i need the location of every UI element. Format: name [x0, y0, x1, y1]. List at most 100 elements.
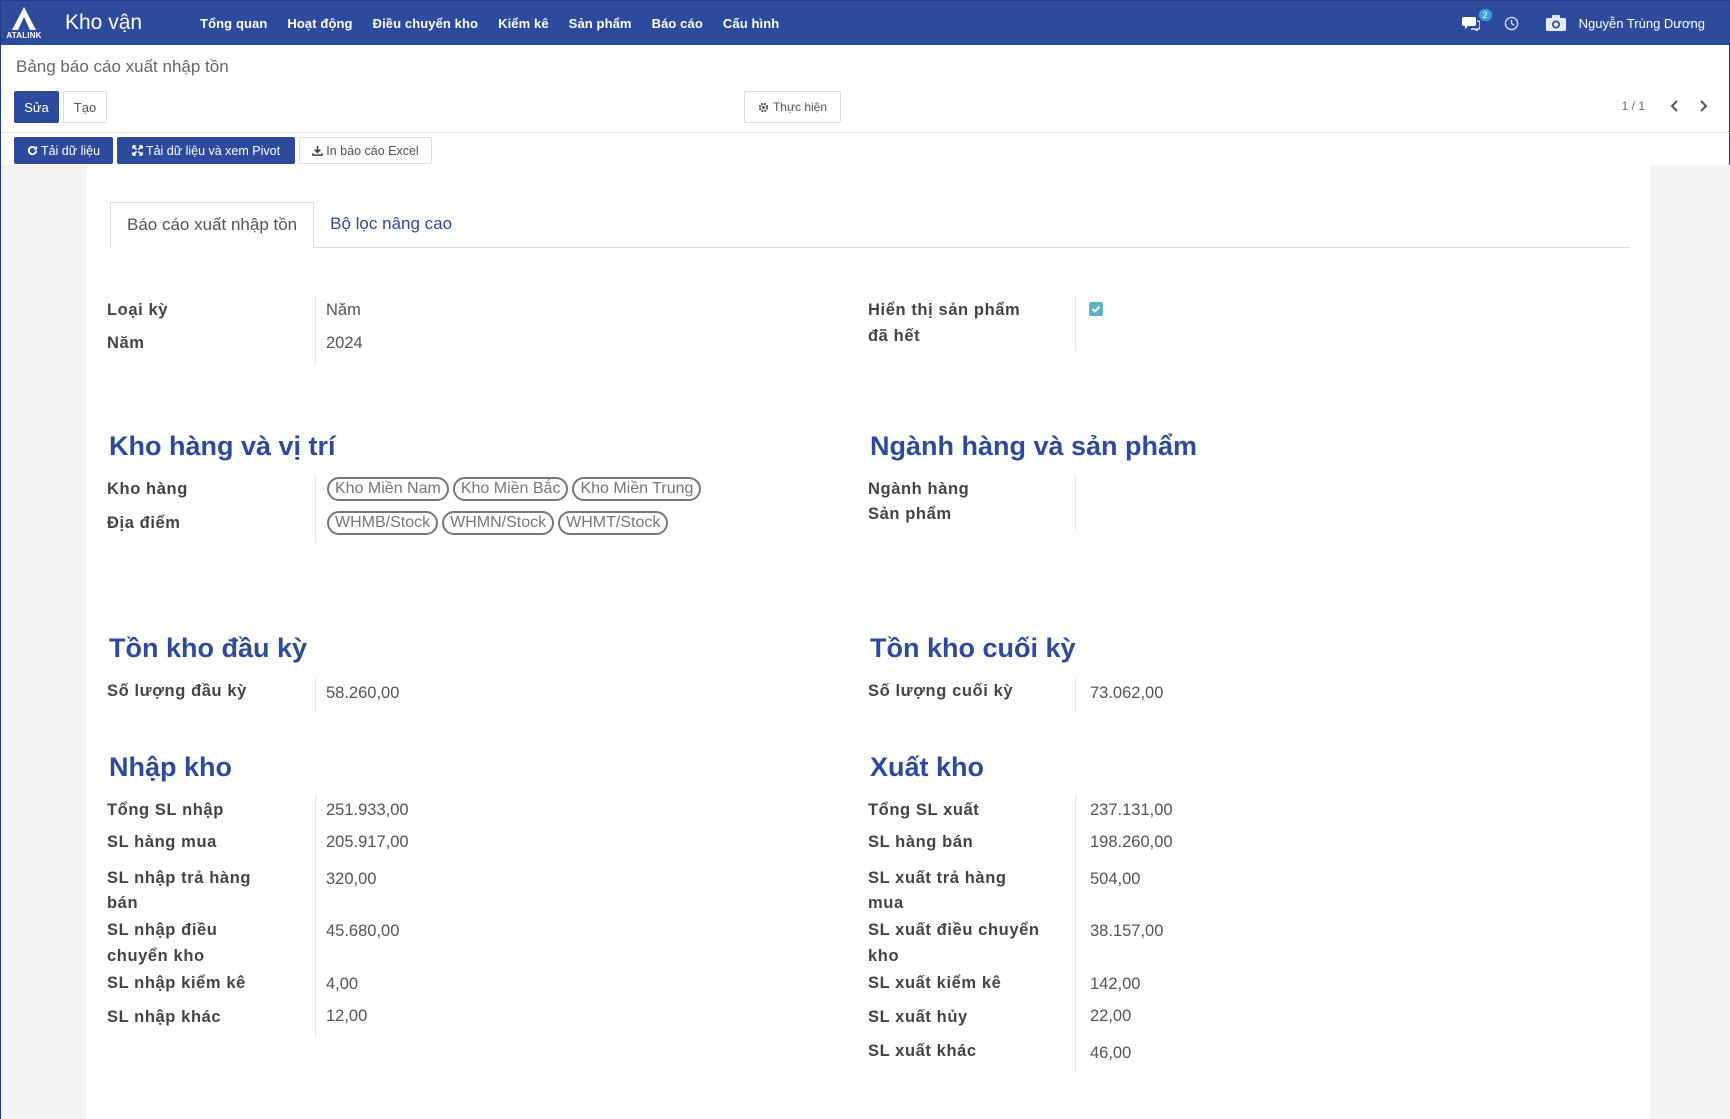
incoming-total-value: 251.933,00: [326, 801, 409, 819]
outgoing-purchase-return-value: 504,00: [1090, 870, 1141, 888]
opening-qty-label: Số lượng đầu kỳ: [107, 682, 247, 700]
check-icon: [1091, 305, 1101, 313]
execute-button[interactable]: Thực hiện: [744, 91, 841, 123]
outgoing-other-value: 46,00: [1090, 1044, 1132, 1062]
gear-icon: [758, 102, 769, 112]
app-title[interactable]: Kho vận: [65, 11, 142, 35]
outgoing-transfer-label-line2: kho: [868, 947, 900, 965]
incoming-total-label: Tổng SL nhập: [107, 801, 224, 819]
download-icon: [312, 145, 324, 156]
company-logo[interactable]: ATALINK: [1, 1, 47, 45]
edit-button[interactable]: Sửa: [14, 91, 59, 123]
activities-button[interactable]: [1504, 16, 1519, 31]
location-label: Địa điểm: [107, 514, 181, 532]
menu-item-overview[interactable]: Tổng quan: [190, 16, 277, 31]
outgoing-sale-label: SL hàng bán: [868, 833, 974, 851]
messages-button[interactable]: 2: [1461, 9, 1492, 31]
closing-qty-label: Số lượng cuối kỳ: [868, 682, 1014, 700]
menu-item-inventory-count[interactable]: Kiểm kê: [488, 16, 559, 31]
incoming-inventory-label: SL nhập kiểm kê: [107, 974, 246, 992]
outgoing-scrap-label: SL xuất hủy: [868, 1008, 968, 1026]
location-tag[interactable]: WHMN/Stock: [442, 511, 555, 535]
incoming-transfer-label-line1: SL nhập điều: [107, 921, 218, 939]
location-tag[interactable]: WHMB/Stock: [327, 511, 439, 535]
pager-next-button[interactable]: [1693, 96, 1713, 116]
incoming-sale-return-value: 320,00: [326, 870, 377, 888]
outgoing-inventory-label: SL xuất kiểm kê: [868, 974, 1002, 992]
reload-pivot-button[interactable]: Tải dữ liệu và xem Pivot: [117, 137, 295, 164]
reload-data-button[interactable]: Tải dữ liệu: [14, 137, 113, 164]
outgoing-sale-value: 198.260,00: [1090, 833, 1173, 851]
location-tag[interactable]: WHMT/Stock: [558, 511, 669, 535]
show-empty-checkbox[interactable]: [1089, 302, 1103, 316]
product-label: Sản phẩm: [868, 505, 952, 523]
print-excel-button[interactable]: In báo cáo Excel: [299, 137, 432, 164]
warehouse-section-title: Kho hàng và vị trí: [109, 431, 336, 461]
opening-section-title: Tồn kho đầu kỳ: [109, 633, 308, 663]
chat-icon: [1461, 17, 1480, 31]
warehouse-label: Kho hàng: [107, 480, 188, 498]
menu-item-operations[interactable]: Hoạt động: [277, 16, 362, 31]
menu-item-products[interactable]: Sản phẩm: [559, 16, 642, 31]
incoming-section-title: Nhập kho: [109, 752, 233, 782]
main-menu: Tổng quan Hoạt động Điều chuyển kho Kiểm…: [190, 16, 789, 31]
incoming-sale-return-label-line2: bán: [107, 894, 139, 912]
reload-data-label: Tải dữ liệu: [40, 143, 101, 158]
outgoing-inventory-value: 142,00: [1090, 975, 1141, 993]
outgoing-purchase-return-label-line1: SL xuất trả hàng: [868, 869, 1007, 887]
incoming-other-value: 12,00: [326, 1007, 368, 1025]
outgoing-total-value: 237.131,00: [1090, 801, 1173, 819]
print-excel-label: In báo cáo Excel: [326, 143, 419, 158]
warehouse-tag[interactable]: Kho Miền Trung: [572, 477, 702, 501]
breadcrumb: Bảng báo cáo xuất nhập tồn: [16, 57, 229, 76]
execute-label: Thực hiện: [772, 100, 828, 114]
period-type-field[interactable]: Năm: [326, 297, 361, 323]
incoming-sale-return-label-line1: SL nhập trả hàng: [107, 869, 252, 887]
tab-report[interactable]: Báo cáo xuất nhập tồn: [110, 202, 315, 248]
year-field[interactable]: 2024: [326, 330, 363, 356]
create-button[interactable]: Tạo: [63, 91, 107, 123]
chevron-left-icon: [1670, 100, 1678, 112]
year-label: Năm: [107, 334, 145, 352]
opening-qty-value: 58.260,00: [326, 684, 400, 702]
outgoing-total-label: Tổng SL xuất: [868, 801, 980, 819]
category-section-title: Ngành hàng và sản phẩm: [870, 431, 1198, 461]
warehouse-tag[interactable]: Kho Miền Bắc: [452, 477, 569, 501]
user-name[interactable]: Nguyễn Trùng Dương: [1579, 16, 1705, 31]
chevron-right-icon: [1700, 100, 1708, 112]
warehouse-tag[interactable]: Kho Miền Nam: [327, 477, 449, 501]
show-empty-label-line2: đã hết: [868, 327, 921, 345]
logo-text: ATALINK: [6, 31, 42, 40]
menu-item-transfers[interactable]: Điều chuyển kho: [363, 16, 489, 31]
expand-icon: [132, 145, 143, 156]
logo-icon: [12, 7, 36, 30]
navbar-right: 2 Nguyễn Trùng Dương: [1461, 9, 1705, 32]
menu-item-configuration[interactable]: Cấu hình: [713, 16, 789, 31]
location-tags[interactable]: WHMB/Stock WHMN/Stock WHMT/Stock: [327, 511, 672, 535]
outgoing-other-label: SL xuất khác: [868, 1042, 977, 1060]
menu-item-reports[interactable]: Báo cáo: [642, 16, 713, 31]
closing-qty-value: 73.062,00: [1090, 684, 1164, 702]
incoming-transfer-label-line2: chuyển kho: [107, 947, 205, 965]
outgoing-purchase-return-label-line2: mua: [868, 894, 904, 912]
incoming-purchase-value: 205.917,00: [326, 833, 409, 851]
reload-pivot-label: Tải dữ liệu và xem Pivot: [145, 143, 281, 158]
incoming-transfer-value: 45.680,00: [326, 922, 400, 940]
incoming-inventory-value: 4,00: [326, 975, 359, 993]
incoming-other-label: SL nhập khác: [107, 1008, 222, 1026]
refresh-icon: [27, 145, 38, 156]
camera-avatar-icon: [1545, 15, 1566, 31]
period-type-label: Loại kỳ: [107, 301, 169, 319]
tab-advanced-filter[interactable]: Bộ lọc nâng cao: [314, 202, 468, 248]
user-avatar[interactable]: [1545, 14, 1567, 32]
pager-value[interactable]: 1 / 1: [1622, 99, 1645, 113]
outgoing-transfer-label-line1: SL xuất điều chuyển: [868, 921, 1040, 939]
outgoing-section-title: Xuất kho: [870, 752, 985, 782]
warehouse-tags[interactable]: Kho Miền Nam Kho Miền Bắc Kho Miền Trung: [327, 477, 705, 501]
control-separator: [1, 132, 1730, 133]
top-navbar: ATALINK Kho vận Tổng quan Hoạt động Điều…: [1, 1, 1730, 45]
messages-count-badge: 2: [1478, 9, 1492, 21]
outgoing-scrap-value: 22,00: [1090, 1007, 1132, 1025]
pager-previous-button[interactable]: [1665, 96, 1685, 116]
category-label: Ngành hàng: [868, 480, 970, 498]
